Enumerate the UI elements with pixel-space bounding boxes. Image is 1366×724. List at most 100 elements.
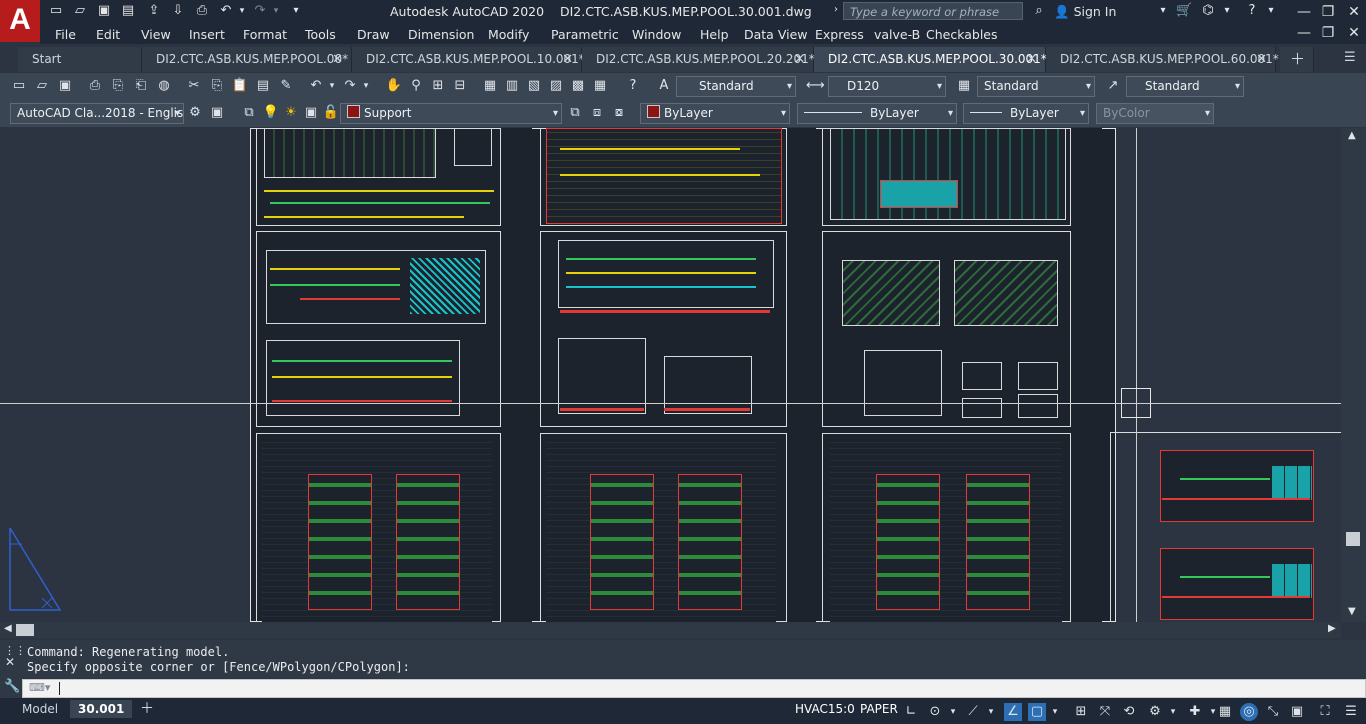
help-icon[interactable]: ? bbox=[624, 77, 642, 95]
sign-in-dropdown-icon[interactable]: ▾ bbox=[1155, 3, 1171, 19]
dimension-style-select[interactable]: D120 ▾ bbox=[828, 76, 946, 97]
customize-icon[interactable]: ▣ bbox=[208, 104, 226, 122]
redo-dropdown-icon[interactable]: ▾ bbox=[357, 77, 375, 95]
paper-space-toggle[interactable]: PAPER bbox=[860, 700, 898, 718]
undo-dropdown-icon[interactable]: ▾ bbox=[323, 77, 341, 95]
annotation-scale-icon[interactable]: ⤧ bbox=[1096, 703, 1114, 721]
horizontal-scrollbar[interactable]: ◀ ▶ bbox=[0, 622, 1341, 638]
tab-file-pool-00[interactable]: DI2.CTC.ASB.KUS.MEP.POOL.00* ✕ bbox=[142, 47, 352, 72]
customize-command-icon[interactable]: 🔧 bbox=[4, 679, 20, 694]
isodraft-icon[interactable]: ⟋ bbox=[964, 703, 982, 721]
multileader-style-icon[interactable]: ↗ bbox=[1104, 77, 1122, 95]
horizontal-scroll-thumb[interactable] bbox=[16, 624, 34, 636]
open-icon[interactable]: ▱ bbox=[33, 77, 51, 95]
design-center-icon[interactable]: ▥ bbox=[503, 77, 521, 95]
scroll-up-arrow[interactable]: ▲ bbox=[1348, 130, 1356, 141]
layer-lock-icon[interactable]: 🔓 bbox=[322, 104, 340, 122]
add-monitor-icon[interactable]: ✚ bbox=[1186, 703, 1204, 721]
isodraft-dropdown-icon[interactable]: ▾ bbox=[982, 703, 1000, 721]
save-icon[interactable]: ▣ bbox=[56, 77, 74, 95]
sign-in-button[interactable]: 👤 Sign In bbox=[1054, 4, 1116, 20]
customize-status-bar-icon[interactable]: ☰ bbox=[1342, 703, 1360, 721]
tab-file-pool-30-001[interactable]: DI2.CTC.ASB.KUS.MEP.POOL.30.001* ✕ bbox=[814, 47, 1047, 72]
connect-dropdown-icon[interactable]: ▾ bbox=[1219, 3, 1235, 19]
color-select[interactable]: ByLayer ▾ bbox=[640, 103, 790, 124]
object-snap-icon[interactable]: ▢ bbox=[1028, 703, 1046, 721]
plot-icon[interactable]: ⎙ bbox=[194, 3, 210, 19]
app-menu-button[interactable]: A bbox=[0, 0, 40, 42]
menu-dimension[interactable]: Dimension bbox=[408, 27, 474, 42]
search-icon[interactable]: ⌕ bbox=[1031, 3, 1047, 19]
layer-properties-icon[interactable]: ⧉ bbox=[240, 104, 258, 122]
help-dropdown-icon[interactable]: ▾ bbox=[1263, 3, 1279, 19]
redo-icon[interactable]: ↷ bbox=[252, 3, 268, 19]
zoom-previous-icon[interactable]: ⊟ bbox=[451, 77, 469, 95]
clean-screen-toggle-icon[interactable]: ⤡ bbox=[1264, 703, 1282, 721]
restore-window-button[interactable]: ❐ bbox=[1314, 0, 1342, 24]
drawing-canvas[interactable] bbox=[0, 128, 1341, 622]
vertical-scroll-thumb[interactable] bbox=[1346, 532, 1360, 546]
menu-insert[interactable]: Insert bbox=[189, 27, 225, 42]
ortho-icon[interactable]: ∟ bbox=[902, 703, 920, 721]
layer-previous-icon[interactable]: ⧈ bbox=[588, 104, 606, 122]
quickcalc-icon[interactable]: ▦ bbox=[591, 77, 609, 95]
close-tab-icon[interactable]: ✕ bbox=[562, 47, 573, 72]
publish-icon[interactable]: ⎗ bbox=[132, 77, 150, 95]
lineweight-toggle-icon[interactable]: ⊞ bbox=[1072, 703, 1090, 721]
object-snap-tracking-icon[interactable]: ∠ bbox=[1004, 703, 1022, 721]
close-tab-icon[interactable]: ✕ bbox=[794, 47, 805, 72]
lineweight-select[interactable]: ByLayer ▾ bbox=[963, 103, 1089, 124]
close-command-line-icon[interactable]: ✕ bbox=[5, 655, 15, 669]
doc-restore-button[interactable]: ❐ bbox=[1314, 22, 1342, 44]
tab-model[interactable]: Model bbox=[22, 700, 58, 718]
connect-icon[interactable]: ⌬ bbox=[1200, 3, 1216, 19]
zoom-window-icon[interactable]: ⊞ bbox=[429, 77, 447, 95]
tool-palettes-icon[interactable]: ▧ bbox=[525, 77, 543, 95]
doc-close-button[interactable]: ✕ bbox=[1340, 22, 1366, 44]
menu-valve-b[interactable]: valve-B bbox=[874, 27, 920, 42]
publish-web-icon[interactable]: ◍ bbox=[155, 77, 173, 95]
properties-icon[interactable]: ▦ bbox=[481, 77, 499, 95]
text-style-icon[interactable]: A bbox=[655, 77, 673, 95]
close-tab-icon[interactable]: ✕ bbox=[1256, 47, 1267, 72]
workspace-select[interactable]: AutoCAD Cla...2018 - Englisl ▾ bbox=[10, 103, 184, 124]
scroll-right-arrow[interactable]: ▶ bbox=[1328, 623, 1336, 634]
hardware-acceleration-icon[interactable]: ◎ bbox=[1240, 703, 1258, 721]
new-tab-button[interactable]: ＋ bbox=[1280, 47, 1314, 72]
customize-qat-icon[interactable]: ▾ bbox=[288, 3, 304, 19]
tab-layout-30-001[interactable]: 30.001 bbox=[70, 700, 133, 718]
workspace-switch-icon[interactable]: ⚙ bbox=[1146, 703, 1164, 721]
open-web-icon[interactable]: ⇪ bbox=[146, 3, 162, 19]
menu-data-view[interactable]: Data View bbox=[744, 27, 807, 42]
search-expand-icon[interactable]: › bbox=[834, 4, 838, 15]
paste-icon[interactable]: 📋 bbox=[231, 77, 249, 95]
recent-commands-icon[interactable]: ⌨▾ bbox=[29, 681, 50, 694]
menu-parametric[interactable]: Parametric bbox=[551, 27, 619, 42]
add-layout-button[interactable]: ＋ bbox=[140, 700, 154, 718]
close-window-button[interactable]: ✕ bbox=[1340, 0, 1366, 24]
polar-dropdown-icon[interactable]: ▾ bbox=[944, 703, 962, 721]
close-tab-icon[interactable]: ✕ bbox=[1026, 47, 1037, 72]
menu-view[interactable]: View bbox=[141, 27, 171, 42]
menu-help[interactable]: Help bbox=[700, 27, 729, 42]
menu-checkables[interactable]: Checkables bbox=[926, 27, 998, 42]
paste-block-icon[interactable]: ▤ bbox=[254, 77, 272, 95]
close-tab-icon[interactable]: ✕ bbox=[332, 47, 343, 72]
tab-file-pool-10-001[interactable]: DI2.CTC.ASB.KUS.MEP.POOL.10.001* ✕ bbox=[352, 47, 585, 72]
cart-icon[interactable]: 🛒 bbox=[1176, 3, 1192, 19]
redo-dropdown-icon[interactable]: ▾ bbox=[268, 3, 284, 19]
save-icon[interactable]: ▣ bbox=[96, 3, 112, 19]
match-properties-icon[interactable]: ✎ bbox=[277, 77, 295, 95]
save-web-icon[interactable]: ⇩ bbox=[170, 3, 186, 19]
isolate-objects-icon[interactable]: ▦ bbox=[1216, 703, 1234, 721]
vertical-scrollbar[interactable]: ▲ ▼ bbox=[1341, 128, 1366, 622]
tab-start[interactable]: Start bbox=[18, 47, 142, 72]
markup-icon[interactable]: ▩ bbox=[569, 77, 587, 95]
zoom-realtime-icon[interactable]: ⚲ bbox=[407, 77, 425, 95]
scroll-down-arrow[interactable]: ▼ bbox=[1348, 606, 1356, 617]
menu-window[interactable]: Window bbox=[632, 27, 681, 42]
copy-icon[interactable]: ⎘ bbox=[208, 77, 226, 95]
table-style-icon[interactable]: ▦ bbox=[955, 77, 973, 95]
menu-express[interactable]: Express bbox=[815, 27, 864, 42]
cut-icon[interactable]: ✂ bbox=[185, 77, 203, 95]
